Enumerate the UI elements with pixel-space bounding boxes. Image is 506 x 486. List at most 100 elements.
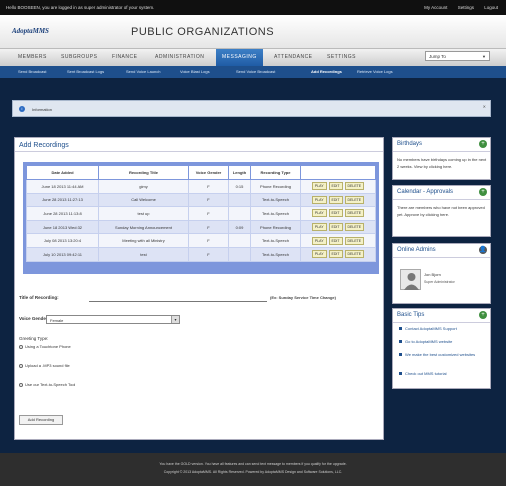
subnav-send-voice-launch[interactable]: Send Voice Launch (126, 69, 160, 74)
edit-button[interactable]: EDIT (328, 223, 343, 232)
delete-button[interactable]: DELETE (344, 195, 365, 204)
play-button[interactable]: PLAY (311, 236, 327, 245)
nav-administration[interactable]: ADMINISTRATION (155, 54, 204, 60)
subnav-add-recordings[interactable]: Add Recordings (311, 69, 342, 74)
play-button[interactable]: PLAY (311, 250, 327, 259)
avatar (400, 269, 421, 290)
length-cell (228, 246, 251, 262)
title-cell: test up (98, 206, 189, 221)
delete-button[interactable]: DELETE (344, 223, 365, 232)
tip-link[interactable]: Contact AdoptaMMS Support (399, 326, 457, 331)
information-bar: i Information ✕ (12, 100, 491, 117)
gender-cell: F (188, 219, 229, 235)
nav-members[interactable]: MEMBERS (18, 54, 47, 60)
footer-notice: You have the GOLD version. You have all … (159, 462, 347, 466)
tip-link[interactable]: Go to AdoptaMMS website (399, 339, 452, 344)
radio-tts[interactable]: Use our Text-to-Speech Tool (19, 382, 75, 387)
subnav-retrieve-voice-logs[interactable]: Retrieve Voice Logs (357, 69, 393, 74)
radio-upload-label: Upload a .MP3 sound file (25, 363, 70, 368)
table-row: June 28 2013 11:13:8 test up F Text-to-Spee… (26, 206, 376, 221)
footer-copyright: Copyright © 2013 AdoptaMMS. All Rights R… (163, 470, 343, 474)
radio-button[interactable] (19, 363, 23, 368)
title-of-recording-label: Title of Recording: (19, 295, 59, 300)
edit-button[interactable]: EDIT (328, 209, 343, 218)
edit-button[interactable]: EDIT (328, 182, 343, 191)
recordings-table: Date Added Recording Title Voice Gender … (26, 165, 376, 262)
plus-icon[interactable]: + (479, 140, 487, 148)
play-button[interactable]: PLAY (311, 223, 327, 232)
delete-button[interactable]: DELETE (344, 250, 365, 259)
edit-button[interactable]: EDIT (328, 195, 343, 204)
table-row: July 10 2013 09:42:11 test F Text-to-Speech… (26, 246, 376, 262)
birthdays-title: Birthdays (397, 141, 423, 147)
recordings-table-wrap: Date Added Recording Title Voice Gender … (23, 162, 379, 274)
tip-label: We make the best customized websites (405, 352, 476, 357)
radio-button[interactable] (19, 344, 23, 349)
welcome-message: Hello BOOSEEN, you are logged in as supe… (6, 5, 155, 10)
tip-link[interactable]: Check out MMS tutorial (399, 371, 447, 376)
subnav-sent-logs[interactable]: Sent Broadcast Logs (67, 69, 104, 74)
subnav-send-voice-broadcast[interactable]: Send Voice Broadcast (236, 69, 275, 74)
tip-label: Contact AdoptaMMS Support (405, 326, 457, 331)
type-cell: Text-to-Speech (250, 233, 301, 248)
edit-button[interactable]: EDIT (328, 236, 343, 245)
nav-settings[interactable]: SETTINGS (327, 54, 356, 60)
actions-cell: PLAY EDIT DELETE (300, 246, 376, 262)
subnav-send-broadcast[interactable]: Send Broadcast (18, 69, 46, 74)
logout-link[interactable]: Logout (484, 5, 498, 10)
play-button[interactable]: PLAY (311, 209, 327, 218)
col-actions (300, 165, 376, 180)
settings-link[interactable]: Settings (458, 5, 474, 10)
edit-button[interactable]: EDIT (328, 250, 343, 259)
nav-messaging[interactable]: MESSAGING (216, 49, 263, 67)
radio-upload[interactable]: Upload a .MP3 sound file (19, 363, 70, 368)
account-links: My Account Settings Logout (415, 5, 498, 10)
online-admins-box: Online Admins 👤 Jon Bjorn Super Administ… (392, 243, 491, 304)
type-cell: Text-to-Speech (250, 206, 301, 221)
radio-tts-label: Use our Text-to-Speech Tool (25, 382, 76, 387)
date-cell: July 10 2013 09:42:11 (26, 246, 99, 262)
title-cell: Sunday Morning Announcement (98, 219, 189, 235)
basic-tips-box: Basic Tips + Contact AdoptaMMS Support G… (392, 308, 491, 389)
radio-phone[interactable]: Using a Touchtone Phone (19, 344, 71, 349)
subnav-voice-blast-logs[interactable]: Voice Blast Logs (180, 69, 210, 74)
table-row: July 08 2013 13:20:4 Meeting with all Min… (26, 233, 376, 248)
length-cell: 0:09 (228, 219, 251, 235)
length-cell (228, 206, 251, 221)
recording-title-input[interactable] (89, 293, 267, 302)
play-button[interactable]: PLAY (311, 195, 327, 204)
type-cell: Phone Recording (250, 179, 301, 194)
sub-nav: Send Broadcast Sent Broadcast Logs Send … (0, 66, 506, 78)
nav-subgroups[interactable]: SUBGROUPS (61, 54, 97, 60)
actions-cell: PLAY EDIT DELETE (300, 179, 376, 194)
close-icon[interactable]: ✕ (483, 104, 486, 109)
col-recording-title: Recording Title (98, 165, 189, 180)
plus-icon[interactable]: + (479, 188, 487, 196)
calendar-text[interactable]: There are members who have not been appr… (397, 204, 487, 218)
actions-cell: PLAY EDIT DELETE (300, 192, 376, 208)
nav-attendance[interactable]: ATTENDANCE (274, 54, 313, 60)
radio-button[interactable] (19, 382, 23, 387)
voice-gender-select[interactable]: Female ▾ (46, 315, 180, 324)
gender-cell: F (188, 246, 229, 262)
nav-finance[interactable]: FINANCE (112, 54, 137, 60)
col-length: Length (228, 165, 251, 180)
calendar-title: Calendar - Approvals (397, 189, 454, 195)
jump-to-select[interactable]: Jump To ▼ (425, 51, 490, 61)
divider (393, 322, 490, 323)
date-cell: June 18 2013 11:44 AM (26, 179, 99, 194)
add-recording-button[interactable]: Add Recording (19, 415, 63, 425)
tip-link[interactable]: We make the best customized websites (399, 352, 484, 358)
delete-button[interactable]: DELETE (344, 182, 365, 191)
delete-button[interactable]: DELETE (344, 209, 365, 218)
my-account-link[interactable]: My Account (424, 5, 447, 10)
actions-cell: PLAY EDIT DELETE (300, 219, 376, 235)
actions-cell: PLAY EDIT DELETE (300, 206, 376, 221)
delete-button[interactable]: DELETE (344, 236, 365, 245)
app-logo[interactable]: AdoptaMMS (12, 27, 49, 35)
play-button[interactable]: PLAY (311, 182, 327, 191)
date-cell: June 28 2013 11:13:8 (26, 206, 99, 221)
panel-title: Add Recordings (19, 142, 69, 149)
birthdays-text[interactable]: No members have birthdays coming up in t… (397, 156, 487, 170)
plus-icon[interactable]: + (479, 311, 487, 319)
